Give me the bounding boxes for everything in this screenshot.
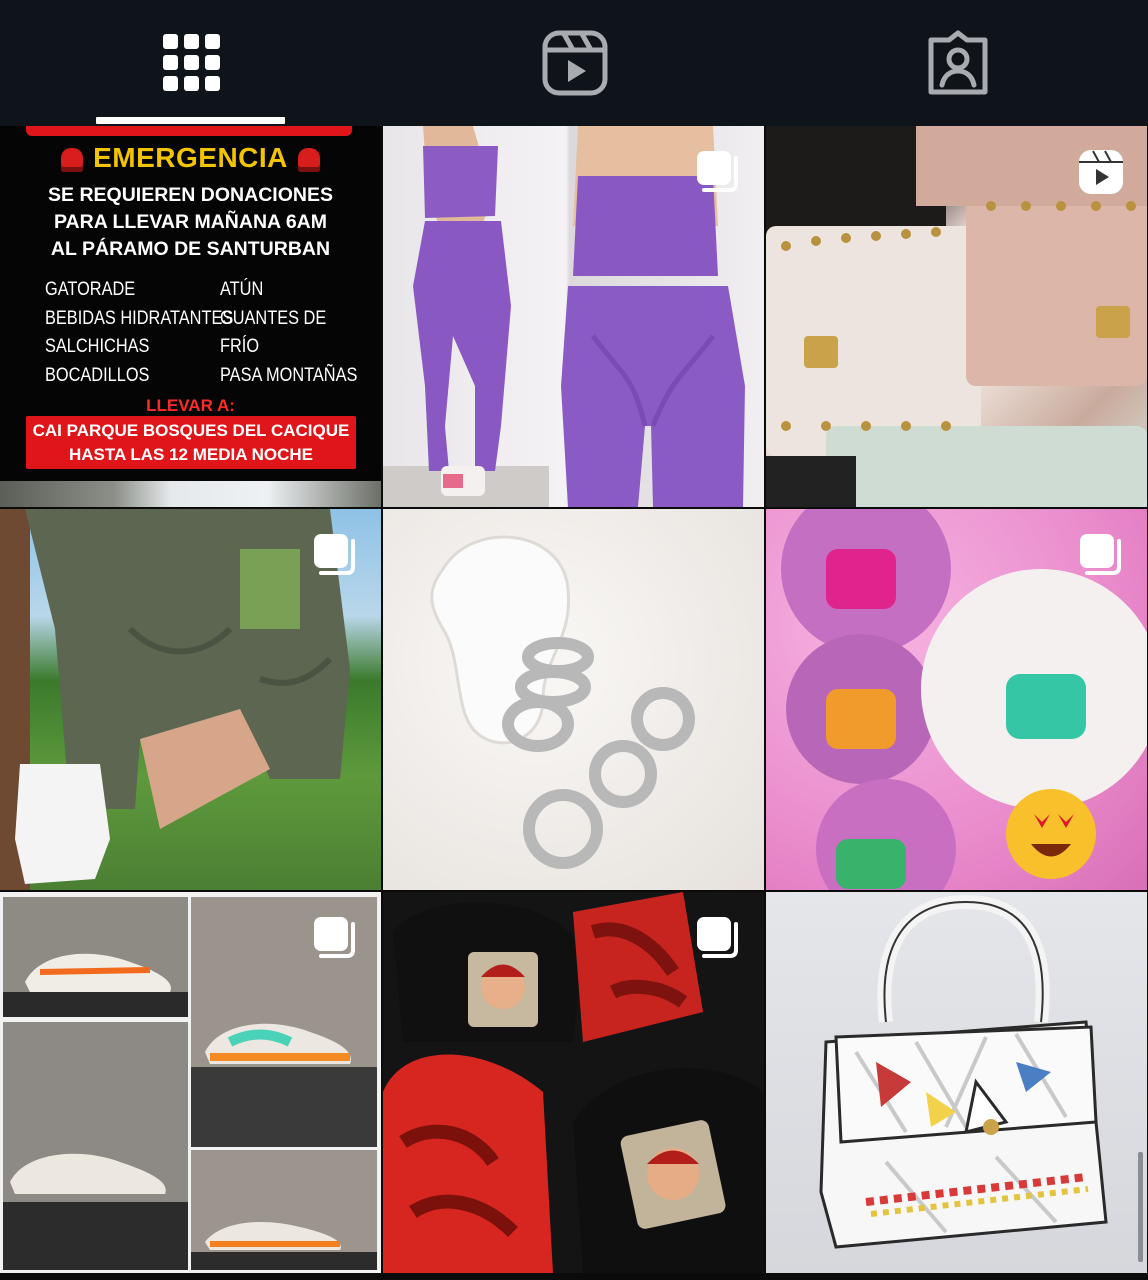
carousel-icon bbox=[697, 917, 738, 958]
active-tab-indicator bbox=[96, 117, 285, 124]
poster-heading: EMERGENCIA bbox=[0, 142, 381, 174]
carousel-icon bbox=[314, 917, 355, 958]
poster-items-left: GATORADE BEBIDAS HIDRATANTES SALCHICHAS … bbox=[45, 279, 234, 386]
poster-location: CAI PARQUE BOSQUES DEL CACIQUE HASTA LAS… bbox=[26, 416, 356, 469]
earrings-photo bbox=[430, 535, 695, 869]
siren-icon bbox=[61, 147, 84, 172]
post-tile-white-handbag[interactable] bbox=[766, 892, 1147, 1273]
tab-tagged[interactable] bbox=[766, 0, 1148, 126]
profile-tab-bar bbox=[0, 0, 1148, 126]
grid-icon bbox=[162, 34, 220, 91]
post-tile-kids-jelly-bags[interactable] bbox=[766, 509, 1147, 890]
post-tile-sneakers-collage[interactable] bbox=[0, 892, 381, 1273]
reels-icon bbox=[542, 30, 607, 96]
post-tile-silver-earrings[interactable] bbox=[383, 509, 764, 890]
siren-icon bbox=[297, 147, 320, 172]
post-tile-cargo-shorts[interactable] bbox=[0, 509, 381, 890]
carousel-icon bbox=[697, 151, 738, 192]
posts-grid: EMERGENCIA SE REQUIEREN DONACIONES PARA … bbox=[0, 126, 1148, 1280]
post-tile-mario-caps[interactable] bbox=[383, 892, 764, 1273]
carousel-icon bbox=[1080, 534, 1121, 575]
post-tile-studded-bags[interactable] bbox=[766, 126, 1147, 507]
poster-landscape-strip bbox=[0, 481, 381, 507]
tagged-icon bbox=[928, 30, 987, 95]
tab-posts-grid[interactable] bbox=[0, 0, 383, 126]
poster-bring-label: LLEVAR A: bbox=[146, 396, 235, 415]
post-tile-donations[interactable]: EMERGENCIA SE REQUIEREN DONACIONES PARA … bbox=[0, 126, 381, 507]
poster-subtitle: SE REQUIEREN DONACIONES PARA LLEVAR MAÑA… bbox=[48, 184, 333, 260]
post-tile-purple-leggings[interactable] bbox=[383, 126, 764, 507]
poster-items-right: ATÚN GUANTES DE FRÍO PASA MONTAÑAS bbox=[220, 279, 358, 386]
handbag-photo bbox=[819, 894, 1143, 1262]
tab-reels[interactable] bbox=[383, 0, 766, 126]
reel-icon bbox=[1079, 150, 1123, 194]
poster-top-bar bbox=[26, 126, 352, 136]
carousel-icon bbox=[314, 534, 355, 575]
